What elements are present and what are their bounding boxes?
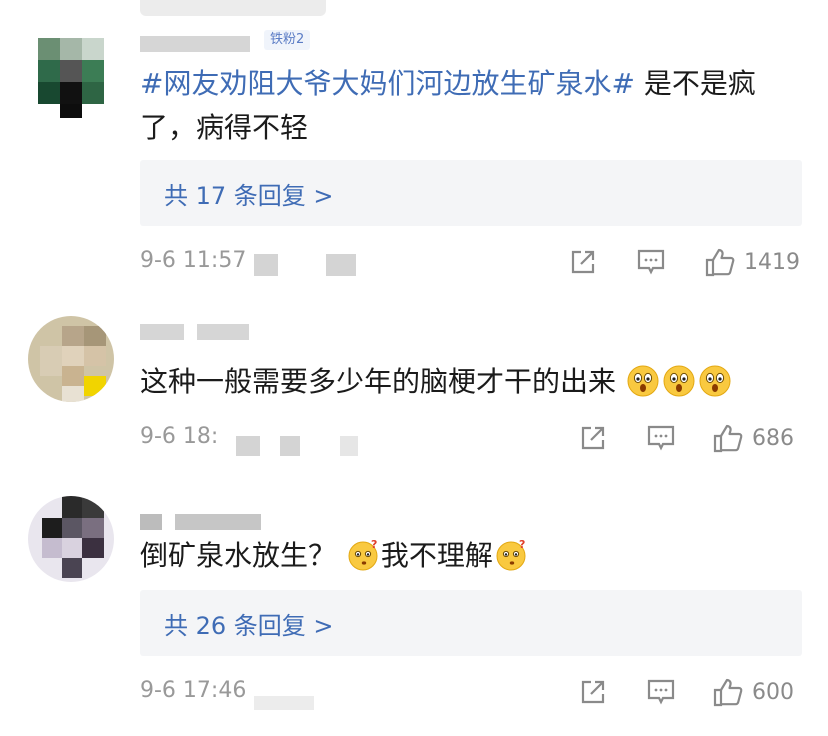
replies-box[interactable]: 共 26 条回复 > xyxy=(140,590,802,656)
pixelated-location xyxy=(280,436,300,456)
pixelated-top-bar xyxy=(140,0,326,16)
like-icon xyxy=(713,678,743,707)
comment-button[interactable] xyxy=(636,244,666,280)
like-count: 600 xyxy=(752,679,794,705)
share-icon xyxy=(581,680,605,704)
pixelated-location xyxy=(326,254,356,276)
comment-meta: 9-6 18: 686 xyxy=(140,420,800,456)
timestamp: 9-6 18: xyxy=(140,424,219,449)
share-icon xyxy=(581,426,605,450)
avatar[interactable] xyxy=(28,496,114,582)
avatar[interactable] xyxy=(28,32,114,118)
hashtag-link[interactable]: #网友劝阻大爷大妈们河边放生矿泉水# xyxy=(140,67,635,100)
replies-link[interactable]: 共 26 条回复 > xyxy=(164,606,334,641)
like-button[interactable]: 686 xyxy=(712,420,794,456)
like-icon xyxy=(713,424,743,453)
confused-emoji-icon: ? xyxy=(348,539,378,571)
comment-text: 倒矿泉水放生？ ? 我不理解? xyxy=(140,534,800,578)
replies-box[interactable]: 共 17 条回复 > xyxy=(140,160,802,226)
comment-body: 这种一般需要多少年的脑梗才干的出来 xyxy=(140,365,617,398)
like-count: 1419 xyxy=(744,249,800,275)
shocked-emoji-icon xyxy=(663,365,695,397)
avatar[interactable] xyxy=(28,316,114,402)
pixelated-location xyxy=(236,436,260,456)
timestamp: 9-6 11:57 xyxy=(140,248,247,273)
pixelated-location xyxy=(254,696,314,710)
comment-button[interactable] xyxy=(646,420,676,456)
timestamp: 9-6 17:46 xyxy=(140,678,247,703)
svg-text:?: ? xyxy=(371,539,377,551)
share-button[interactable] xyxy=(578,674,608,710)
like-count: 686 xyxy=(752,425,794,451)
comment-icon xyxy=(647,679,675,705)
comment-body: 倒矿泉水放生？ xyxy=(140,539,337,572)
comment-button[interactable] xyxy=(646,674,676,710)
svg-text:?: ? xyxy=(519,539,525,551)
like-button[interactable]: 600 xyxy=(712,674,794,710)
share-button[interactable] xyxy=(578,420,608,456)
share-button[interactable] xyxy=(568,244,598,280)
share-icon xyxy=(571,250,595,274)
comment-icon xyxy=(637,249,665,275)
replies-link[interactable]: 共 17 条回复 > xyxy=(164,176,334,211)
comment-icon xyxy=(647,425,675,451)
pixelated-location xyxy=(254,254,278,276)
like-icon xyxy=(705,248,735,277)
like-button[interactable]: 1419 xyxy=(704,244,800,280)
shocked-emoji-icon xyxy=(627,365,659,397)
comment-meta: 9-6 17:46 600 xyxy=(140,674,800,710)
comment-meta: 9-6 11:57 1419 xyxy=(140,244,800,280)
username[interactable] xyxy=(140,508,267,530)
confused-emoji-icon: ? xyxy=(496,539,526,571)
comment-text: 这种一般需要多少年的脑梗才干的出来 xyxy=(140,360,800,404)
username[interactable] xyxy=(140,318,255,340)
pixelated-location xyxy=(340,436,358,456)
comment-body: 我不理解 xyxy=(380,539,493,572)
username[interactable] xyxy=(140,30,256,52)
shocked-emoji-icon xyxy=(699,365,731,397)
comment-text: #网友劝阻大爷大妈们河边放生矿泉水# 是不是疯了，病得不轻 xyxy=(140,62,800,150)
fan-badge: 铁粉2 xyxy=(264,30,311,50)
